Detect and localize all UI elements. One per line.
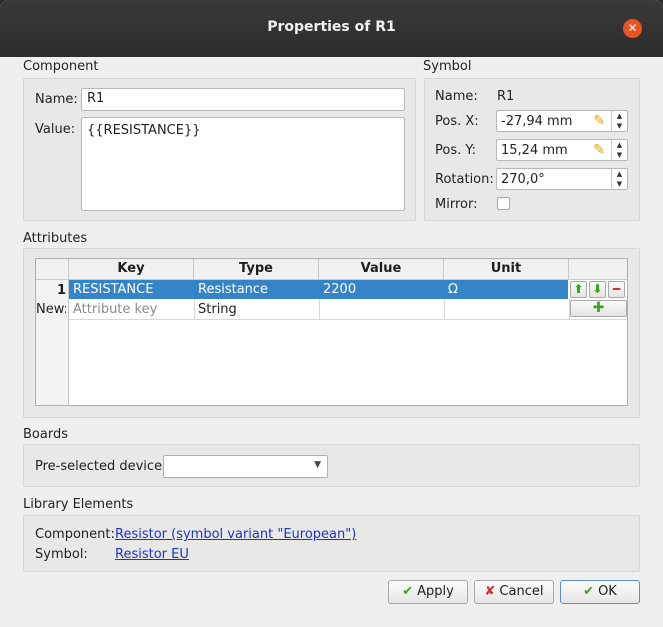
new-row-index: New: [36, 302, 66, 317]
mirror-checkbox[interactable] [497, 197, 510, 210]
plus-icon[interactable]: ✚ [570, 300, 627, 317]
row-key[interactable]: RESISTANCE [73, 282, 193, 297]
rotation-label: Rotation: [435, 172, 494, 187]
spin-arrows-icon[interactable]: ▲ ▼ [611, 111, 627, 131]
properties-dialog: Properties of R1 ✕ Component Name: R1 Va… [0, 0, 663, 627]
pencil-icon[interactable]: ✎ [593, 142, 605, 158]
apply-button-label: Apply [417, 584, 454, 599]
column-header-key[interactable]: Key [69, 259, 194, 280]
row-separator [444, 299, 445, 319]
rotation-spinbox[interactable]: 270,0° ▲ ▼ [496, 168, 628, 190]
boards-section-label: Boards [23, 427, 68, 442]
attributes-table: Key Type Value Unit 1 RESISTANCE Resista… [35, 258, 628, 406]
cross-icon: ✘ [484, 584, 496, 599]
library-section-label: Library Elements [23, 497, 134, 512]
pre-selected-device-select[interactable]: ▼ [163, 455, 328, 478]
cancel-button[interactable]: ✘ Cancel [474, 580, 554, 604]
pre-selected-device-label: Pre-selected device: [35, 459, 167, 474]
title-bar[interactable]: Properties of R1 ✕ [0, 0, 663, 57]
arrow-up-icon[interactable]: ⬆ [570, 281, 587, 298]
component-section-label: Component [23, 59, 99, 74]
symbol-name-label: Name: [435, 89, 478, 104]
mirror-label: Mirror: [435, 197, 478, 212]
component-value-label: Value: [35, 122, 76, 137]
attributes-section-label: Attributes [23, 231, 88, 246]
symbol-name-value: R1 [497, 89, 515, 104]
row-separator [194, 299, 195, 319]
close-icon[interactable]: ✕ [623, 19, 642, 38]
row-separator [319, 299, 320, 319]
pos-x-spinbox[interactable]: -27,94 mm ✎ ▲ ▼ [496, 110, 628, 132]
column-header-value[interactable]: Value [319, 259, 444, 280]
new-attribute-key-input[interactable]: Attribute key [73, 302, 193, 317]
library-component-label: Component: [35, 527, 115, 542]
component-value-textarea[interactable]: {{RESISTANCE}} [81, 117, 405, 211]
table-corner [36, 259, 69, 280]
pos-x-label: Pos. X: [435, 114, 479, 129]
library-symbol-label: Symbol: [35, 547, 88, 562]
row-separator [69, 319, 627, 320]
chevron-down-icon: ▼ [314, 460, 321, 470]
check-icon: ✔ [583, 584, 595, 599]
pos-y-spinbox[interactable]: 15,24 mm ✎ ▲ ▼ [496, 139, 628, 161]
minus-icon[interactable]: ━ [608, 281, 625, 298]
library-component-link[interactable]: Resistor (symbol variant "European") [115, 527, 356, 542]
symbol-section-label: Symbol [423, 59, 472, 74]
row-index: 1 [56, 283, 66, 298]
window-title: Properties of R1 [267, 19, 396, 35]
library-group [23, 515, 640, 572]
pencil-icon[interactable]: ✎ [593, 113, 605, 129]
pos-x-value: -27,94 mm [501, 114, 573, 129]
component-name-input[interactable]: R1 [81, 88, 405, 111]
column-header-type[interactable]: Type [194, 259, 319, 280]
row-type[interactable]: Resistance [198, 282, 318, 297]
ok-button[interactable]: ✔ OK [560, 580, 640, 604]
pos-y-label: Pos. Y: [435, 143, 476, 158]
cancel-button-label: Cancel [499, 584, 544, 599]
spin-arrows-icon[interactable]: ▲ ▼ [611, 140, 627, 160]
arrow-down-icon[interactable]: ⬇ [589, 281, 606, 298]
pos-y-value: 15,24 mm [501, 143, 568, 158]
spin-arrows-icon[interactable]: ▲ ▼ [611, 169, 627, 189]
row-unit[interactable]: Ω [448, 282, 568, 297]
new-attribute-type[interactable]: String [198, 302, 318, 317]
column-header-unit[interactable]: Unit [444, 259, 569, 280]
library-symbol-link[interactable]: Resistor EU [115, 547, 189, 562]
check-icon: ✔ [402, 584, 414, 599]
row-value[interactable]: 2200 [323, 282, 443, 297]
apply-button[interactable]: ✔ Apply [388, 580, 468, 604]
row-header-column [36, 280, 69, 405]
component-name-label: Name: [35, 92, 78, 107]
ok-button-label: OK [598, 584, 617, 599]
column-header-actions [569, 259, 627, 280]
rotation-value: 270,0° [501, 172, 545, 187]
